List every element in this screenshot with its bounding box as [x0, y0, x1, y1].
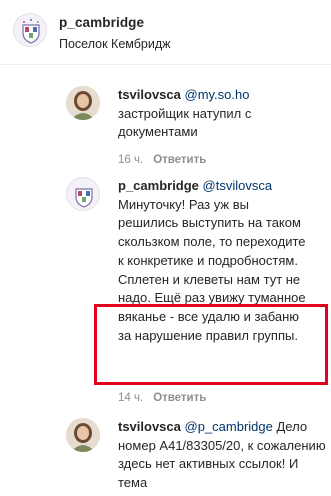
post-header: p_cambridge Поселок Кембридж [0, 0, 331, 65]
comment-item: tsvilovsca @p_cambridge Дело номер А41/8… [66, 418, 328, 496]
comment-body: застройщик натупил с документами [118, 105, 252, 140]
user-avatar[interactable] [66, 86, 100, 120]
comment-time: 14 ч. [118, 392, 144, 404]
person-photo-icon [66, 86, 100, 120]
comment-mention[interactable]: @my.so.ho [185, 87, 250, 102]
crest-icon [68, 179, 99, 210]
user-avatar[interactable] [66, 418, 100, 452]
comment-item: tsvilovsca @my.so.ho застройщик натупил … [66, 86, 328, 176]
header-location[interactable]: Поселок Кембридж [59, 37, 171, 51]
crest-icon [15, 15, 46, 46]
comment-username[interactable]: p_cambridge [118, 178, 199, 193]
reply-button[interactable]: Ответить [153, 154, 206, 166]
highlight-annotation [94, 304, 328, 385]
comment-mention[interactable]: @tsvilovsca [203, 178, 273, 193]
cambridge-logo-avatar[interactable] [13, 13, 47, 47]
comment-username[interactable]: tsvilovsca [118, 419, 181, 434]
comment-username[interactable]: tsvilovsca [118, 87, 181, 102]
comment-meta: 14 ч. Ответить [118, 392, 206, 404]
comment-mention[interactable]: @p_cambridge [185, 419, 273, 434]
comment-meta: 16 ч. Ответить [118, 154, 206, 166]
user-avatar[interactable] [66, 177, 100, 211]
header-username[interactable]: p_cambridge [59, 15, 144, 30]
comment-time: 16 ч. [118, 154, 144, 166]
person-photo-icon [66, 418, 100, 452]
comment-text: tsvilovsca @my.so.ho застройщик натупил … [118, 86, 323, 142]
reply-button[interactable]: Ответить [153, 392, 206, 404]
comment-text: tsvilovsca @p_cambridge Дело номер А41/8… [118, 418, 328, 493]
